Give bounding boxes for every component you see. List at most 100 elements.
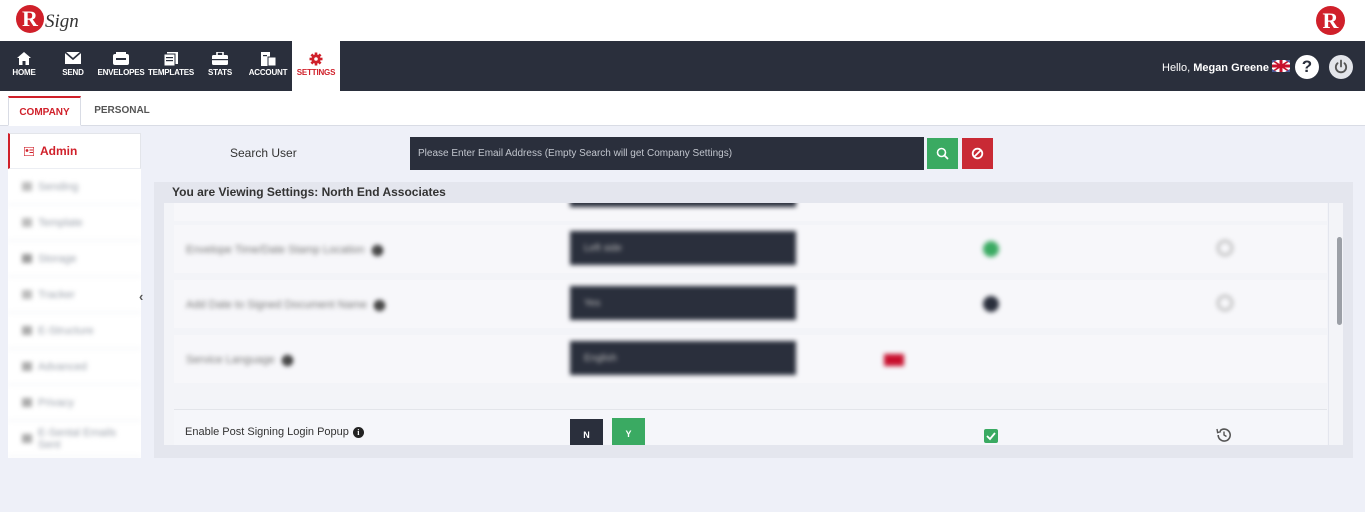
nav-stats-label: STATS bbox=[207, 68, 233, 77]
clear-search-button[interactable] bbox=[962, 138, 993, 169]
privacy-icon bbox=[22, 398, 32, 407]
search-button[interactable] bbox=[927, 138, 958, 169]
logo-text: Sign bbox=[45, 11, 79, 32]
settings-row: Add Date to Signed Document Name i Yes bbox=[174, 280, 1327, 328]
logout-button[interactable] bbox=[1329, 55, 1353, 79]
uk-flag-icon[interactable] bbox=[1272, 60, 1290, 72]
admin-icon bbox=[24, 146, 34, 156]
history-icon[interactable] bbox=[1217, 295, 1233, 311]
emails-icon bbox=[22, 434, 32, 443]
sidebar-item-label: Sending bbox=[38, 180, 79, 193]
main-nav: HOME SEND ENVELOPES TEMPLATES STATS ACCO… bbox=[0, 41, 1365, 91]
sidebar-item-advanced[interactable]: Advanced bbox=[8, 349, 141, 385]
setting-label: Enable Post Signing Login Popup i bbox=[185, 426, 364, 438]
sidebar-item-label: Template bbox=[38, 216, 83, 229]
ban-icon bbox=[971, 147, 984, 160]
sidebar-item-label: Advanced bbox=[38, 360, 87, 373]
gear-icon bbox=[292, 41, 340, 67]
sending-icon bbox=[22, 182, 32, 191]
search-user-label: Search User bbox=[230, 146, 297, 160]
tab-company[interactable]: COMPANY bbox=[8, 96, 81, 126]
sidebar-item-tracker[interactable]: Tracker bbox=[8, 277, 141, 313]
sidebar-collapse-chevron-left-icon[interactable]: ‹ bbox=[139, 289, 143, 304]
settings-row: Envelope Time/Date Stamp Location i Left… bbox=[174, 225, 1327, 273]
template-icon bbox=[22, 218, 32, 227]
checkbox-checked[interactable] bbox=[984, 429, 998, 443]
briefcase-icon bbox=[205, 41, 235, 67]
sidebar-item-label: Admin bbox=[40, 144, 78, 158]
tab-personal[interactable]: PERSONAL bbox=[84, 96, 160, 126]
nav-templates-label: TEMPLATES bbox=[148, 68, 195, 77]
info-icon[interactable]: i bbox=[352, 427, 364, 438]
user-greeting: Hello, Megan Greene bbox=[1162, 62, 1269, 74]
nav-envelopes-label: ENVELOPES bbox=[97, 68, 145, 77]
advanced-icon bbox=[22, 362, 32, 371]
scrollbar-thumb[interactable] bbox=[1337, 237, 1342, 325]
nav-settings-label: SETTINGS bbox=[296, 68, 336, 77]
search-icon bbox=[936, 147, 949, 160]
sidebar-item-label: E-Structure bbox=[38, 324, 94, 337]
panel-title: You are Viewing Settings: North End Asso… bbox=[172, 185, 446, 199]
setting-label: Add Date to Signed Document Name i bbox=[186, 299, 386, 311]
settings-sidebar: Admin Sending Template Storage Tracker E… bbox=[8, 133, 141, 458]
sidebar-item-emails[interactable]: E-Sental Emails Sent bbox=[8, 421, 141, 457]
inbox-icon bbox=[97, 41, 145, 67]
power-icon bbox=[1334, 59, 1348, 74]
sidebar-item-privacy[interactable]: Privacy bbox=[8, 385, 141, 421]
sidebar-item-label: Tracker bbox=[38, 288, 75, 301]
history-icon[interactable] bbox=[1215, 426, 1233, 444]
sidebar-item-label: E-Sental Emails Sent bbox=[37, 426, 117, 451]
setting-select[interactable]: English bbox=[570, 341, 796, 375]
user-name[interactable]: Megan Greene bbox=[1193, 62, 1269, 74]
nav-account[interactable]: ACCOUNT bbox=[246, 41, 290, 91]
sidebar-item-label: Privacy bbox=[38, 396, 75, 409]
nav-envelopes[interactable]: ENVELOPES bbox=[97, 41, 145, 91]
brand-bar: R Sign R bbox=[0, 0, 1365, 41]
nav-send-label: SEND bbox=[62, 68, 84, 77]
company-logo: R bbox=[1316, 6, 1345, 35]
account-icon bbox=[246, 41, 290, 67]
nav-home[interactable]: HOME bbox=[4, 41, 44, 91]
sidebar-item-storage[interactable]: Storage bbox=[8, 241, 141, 277]
settings-row-partial bbox=[174, 203, 1327, 221]
sidebar-item-admin[interactable]: Admin bbox=[8, 133, 141, 169]
sidebar-item-template[interactable]: Template bbox=[8, 205, 141, 241]
settings-panel: You are Viewing Settings: North End Asso… bbox=[154, 182, 1353, 458]
storage-icon bbox=[22, 254, 32, 263]
history-icon[interactable] bbox=[1217, 240, 1233, 256]
sidebar-item-structure[interactable]: E-Structure bbox=[8, 313, 141, 349]
tracker-icon bbox=[22, 290, 32, 299]
greeting-prefix: Hello, bbox=[1162, 62, 1191, 74]
nav-settings[interactable]: SETTINGS bbox=[292, 41, 340, 91]
settings-row-post-signing-login: Enable Post Signing Login Popup i N Y bbox=[174, 409, 1327, 445]
nav-send[interactable]: SEND bbox=[56, 41, 90, 91]
setting-select[interactable]: Yes bbox=[570, 286, 796, 320]
sidebar-item-label: Storage bbox=[38, 252, 77, 265]
help-button[interactable]: ? bbox=[1295, 55, 1319, 79]
nav-stats[interactable]: STATS bbox=[205, 41, 235, 91]
logo-letter: R bbox=[16, 5, 44, 33]
option-no-button[interactable]: N bbox=[570, 419, 603, 445]
sidebar-item-sending[interactable]: Sending bbox=[8, 169, 141, 205]
settings-tabs: COMPANY PERSONAL bbox=[0, 91, 1365, 126]
rsign-logo[interactable]: R Sign bbox=[16, 5, 79, 33]
settings-row: Service Language i English bbox=[174, 335, 1327, 383]
search-email-input[interactable] bbox=[410, 137, 924, 170]
nav-home-label: HOME bbox=[12, 68, 36, 77]
nav-account-label: ACCOUNT bbox=[248, 68, 288, 77]
structure-icon bbox=[22, 326, 32, 335]
language-flag-icon bbox=[884, 354, 904, 366]
setting-label: Envelope Time/Date Stamp Location i bbox=[186, 244, 383, 256]
check-icon bbox=[986, 432, 996, 441]
option-yes-button[interactable]: Y bbox=[612, 418, 645, 445]
home-icon bbox=[4, 41, 44, 67]
setting-label: Service Language i bbox=[186, 354, 293, 366]
settings-scroll-area[interactable]: Envelope Time/Date Stamp Location i Left… bbox=[164, 203, 1328, 445]
setting-select[interactable]: Left side bbox=[570, 231, 796, 265]
templates-icon bbox=[148, 41, 194, 67]
envelope-icon bbox=[56, 41, 90, 67]
nav-templates[interactable]: TEMPLATES bbox=[148, 41, 194, 91]
status-dot bbox=[983, 241, 999, 257]
status-dot bbox=[983, 296, 999, 312]
setting-select[interactable] bbox=[570, 203, 796, 207]
